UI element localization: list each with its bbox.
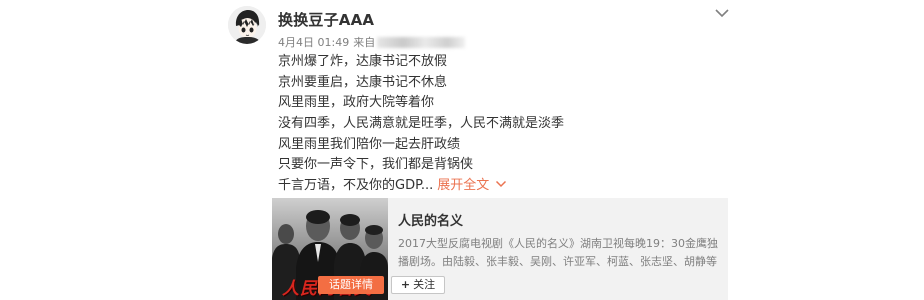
post-line: 风里雨里我们陪你一起去肝政绩: [278, 136, 461, 152]
post-source-prefix: 来自: [353, 36, 376, 49]
expand-full-text-link[interactable]: 展开全文: [437, 178, 507, 193]
chevron-down-icon: [715, 9, 729, 18]
post-line: 风里雨里，政府大院等着你: [278, 95, 435, 111]
post-line: 京州要重启，达康书记不休息: [278, 74, 448, 90]
post-meta: 4月4日 01:49 来自: [278, 34, 466, 50]
post-line: 京州爆了炸，达康书记不放假: [278, 54, 448, 69]
expand-label: 展开全文: [437, 178, 490, 194]
avatar[interactable]: [228, 6, 266, 44]
post-line-text: 千言万语，不及你的GDP...: [278, 178, 434, 194]
follow-button[interactable]: + 关注: [391, 276, 445, 294]
chevron-down-icon: [496, 181, 507, 188]
username[interactable]: 换换豆子AAA: [278, 9, 374, 30]
avatar-image: [228, 6, 266, 44]
post-line: 没有四季，人民满意就是旺季，人民不满就是淡季: [278, 116, 565, 132]
topic-details-button[interactable]: 话题详情: [318, 276, 384, 294]
topic-description: 2017大型反腐电视剧《人民的名义》湖南卫视每晚19：30金鹰独播剧场。由陆毅、…: [398, 237, 718, 268]
post-line: 只要你一声令下，我们都是背锅侠: [278, 157, 474, 173]
topic-title[interactable]: 人民的名义: [398, 210, 463, 229]
follow-label: 关注: [413, 278, 436, 291]
plus-icon: +: [400, 278, 411, 291]
post-text: 京州爆了炸，达康书记不放假 京州要重启，达康书记不休息 风里雨里，政府大院等着你…: [278, 52, 738, 197]
more-options-button[interactable]: [714, 4, 730, 18]
post-source-blurred: [377, 36, 466, 48]
post-line-last: 千言万语，不及你的GDP... 展开全文: [278, 176, 738, 197]
post-time[interactable]: 4月4日 01:49: [278, 34, 349, 50]
